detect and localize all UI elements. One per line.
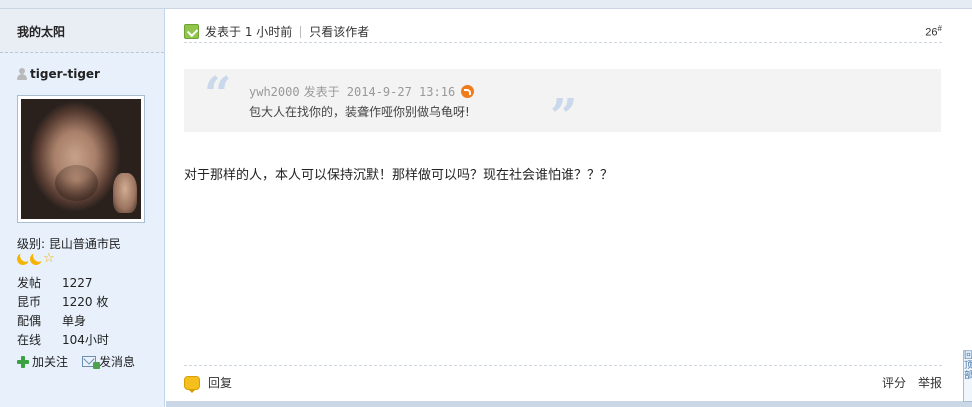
reply-button[interactable]: 回复 [208,374,232,391]
message-label[interactable]: 发消息 [99,353,135,370]
only-author-link[interactable]: 只看该作者 [309,23,369,40]
avatar-inset-face [113,173,137,213]
stat-label: 在线 [17,333,42,347]
header-divider [300,25,302,38]
stat-value: 1227 [62,275,93,290]
footer-actions: 评分 举报 [882,374,942,391]
user-stats: 发帖 1227 昆币 1220 枚 配偶 单身 在线 104小时 [17,273,109,349]
post-main: 发表于 1 小时前 只看该作者 26# “ ywh2000 发表于 2014-9… [166,9,972,407]
back-to-top-button[interactable]: 回顶部 [963,350,972,402]
floor-mark: # [937,24,942,34]
post-bottom-bar [166,401,972,407]
username[interactable]: tiger-tiger [30,67,100,81]
user-sidebar: 我的太阳 tiger-tiger 级别: 昆山普通市民 ☆ 发帖 1227 昆币… [0,9,165,407]
rank-badges: ☆ [15,251,55,266]
quote-close-icon: ” [550,89,578,145]
send-message-button[interactable]: 发消息 [82,353,135,370]
stat-row-posts: 发帖 1227 [17,273,109,292]
avatar-face-shadow [54,165,98,201]
quote-date: 发表于 2014-9-27 13:16 [303,85,456,99]
stat-label: 配偶 [17,314,42,328]
quote-meta: ywh2000 发表于 2014-9-27 13:16 [249,83,475,100]
stat-row-spouse: 配偶 单身 [17,311,109,330]
floor-value: 26 [925,26,938,39]
stat-row-online: 在线 104小时 [17,330,109,349]
moon-icon [28,251,43,266]
stat-label: 发帖 [17,276,42,290]
reply-icon[interactable] [184,375,200,393]
post-header: 发表于 1 小时前 只看该作者 26# [184,21,942,43]
top-band [0,0,972,9]
quote-author: ywh2000 [249,84,300,99]
user-actions: 加关注 发消息 [17,353,135,370]
post-footer: 回复 评分 举报 [184,365,942,399]
post-body: 对于那样的人，本人可以保持沉默！那样做可以吗？现在社会谁怕谁？？？ [184,168,614,183]
username-row[interactable]: tiger-tiger [17,67,100,81]
user-icon [17,68,27,80]
sidebar-title: 我的太阳 [0,9,164,53]
plus-icon [17,355,29,368]
stat-label: 昆币 [17,295,42,309]
level-label: 级别: [17,237,46,251]
report-button[interactable]: 举报 [918,374,942,391]
user-level: 级别: 昆山普通市民 [17,235,121,252]
quote-text: 包大人在找你的，装聋作哑你别做乌龟呀! [249,105,470,119]
avatar[interactable] [17,95,145,223]
stat-value: 104小时 [62,333,109,347]
quote-open-icon: “ [204,67,232,123]
back-icon[interactable] [461,85,475,98]
posted-time: 发表于 1 小时前 [205,25,293,39]
follow-label[interactable]: 加关注 [32,353,68,370]
stat-value: 单身 [62,314,87,328]
floor-number[interactable]: 26# [925,24,942,39]
stat-row-coins: 昆币 1220 枚 [17,292,109,311]
stat-value: 1220 枚 [62,295,109,309]
quote-block: “ ywh2000 发表于 2014-9-27 13:16 包大人在找你的，装聋… [184,67,941,141]
avatar-image [21,99,141,219]
level-value: 昆山普通市民 [48,237,121,251]
mail-icon [82,356,101,369]
rate-button[interactable]: 评分 [882,374,906,391]
post-icon [184,24,199,39]
star-icon: ☆ [43,251,55,266]
follow-button[interactable]: 加关注 [17,353,68,370]
moon-icon [15,251,30,266]
